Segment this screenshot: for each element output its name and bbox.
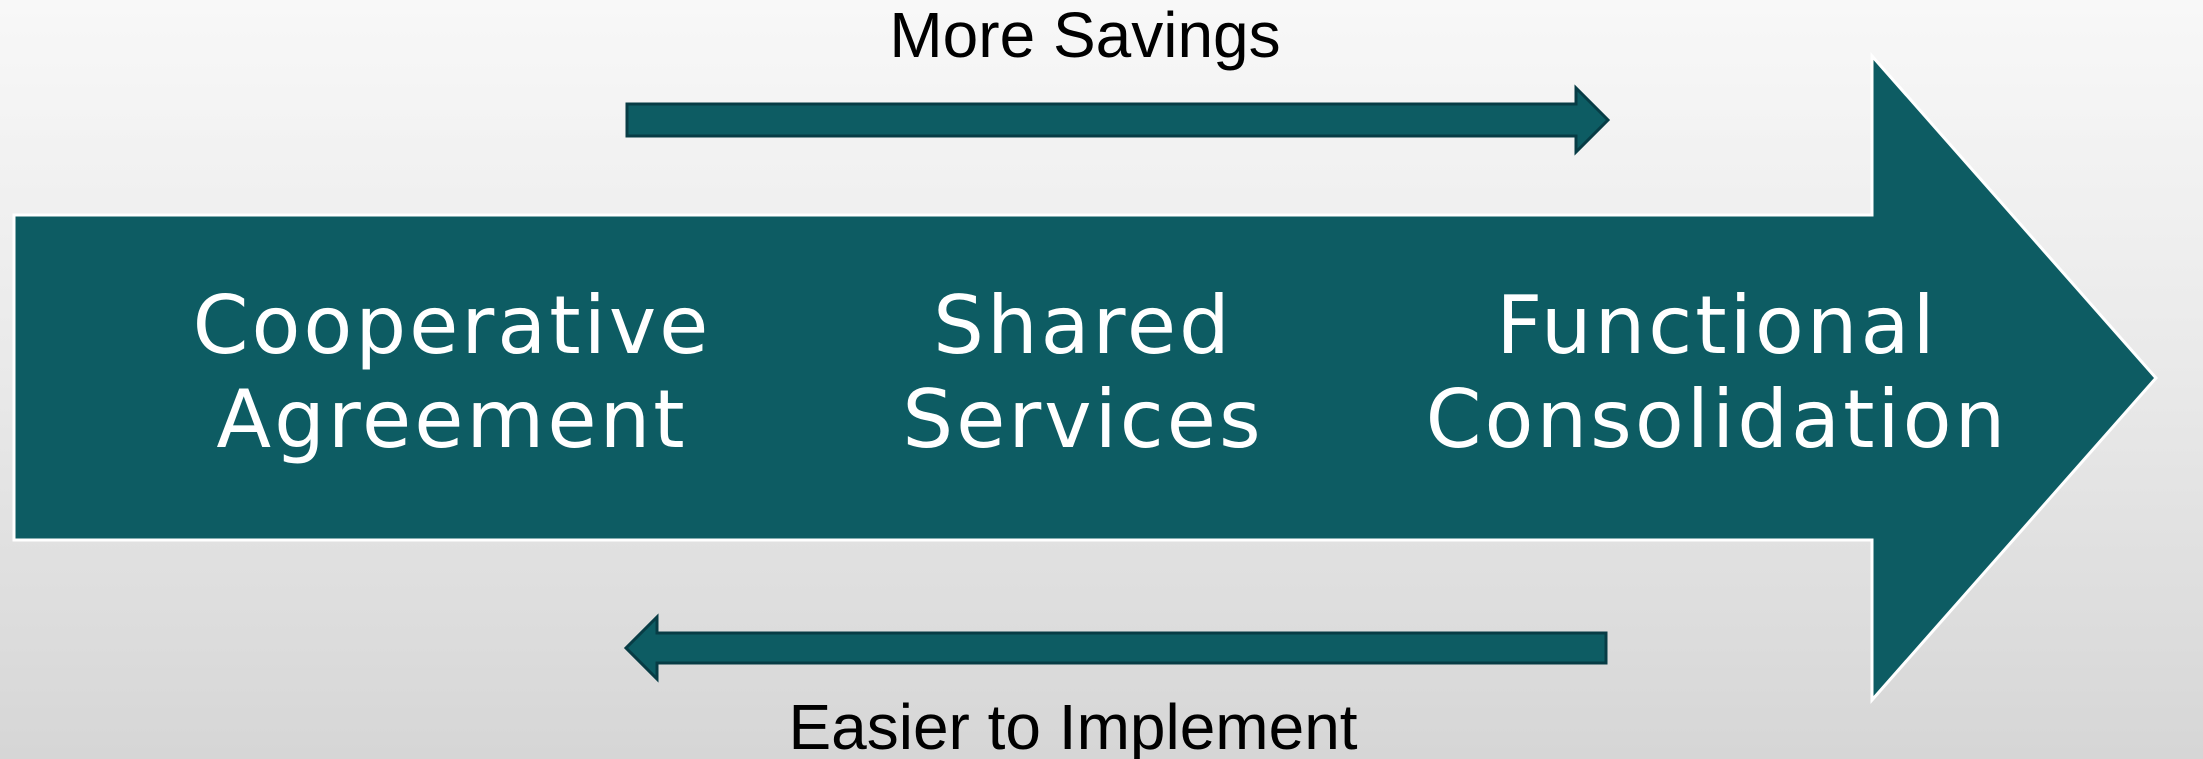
spectrum-diagram: More Savings Easier to Implement Coopera… [12,0,2159,759]
stage-functional-consolidation: Functional Consolidation [1426,279,2009,466]
more-savings-label: More Savings [889,0,1280,71]
stage-label-line1: Functional [1496,279,1938,372]
stage-label-line2: Agreement [216,373,687,466]
stage-label-line2: Services [902,373,1263,466]
stage-cooperative-agreement: Cooperative Agreement [193,279,712,466]
easier-to-implement-arrow [623,613,1608,683]
stage-shared-services: Shared Services [902,279,1263,466]
stage-label-line1: Shared [933,279,1233,372]
more-savings-arrow [625,84,1611,156]
easier-to-implement-label: Easier to Implement [788,691,1357,759]
stage-label-line2: Consolidation [1426,373,2009,466]
stage-label-line1: Cooperative [193,279,712,372]
